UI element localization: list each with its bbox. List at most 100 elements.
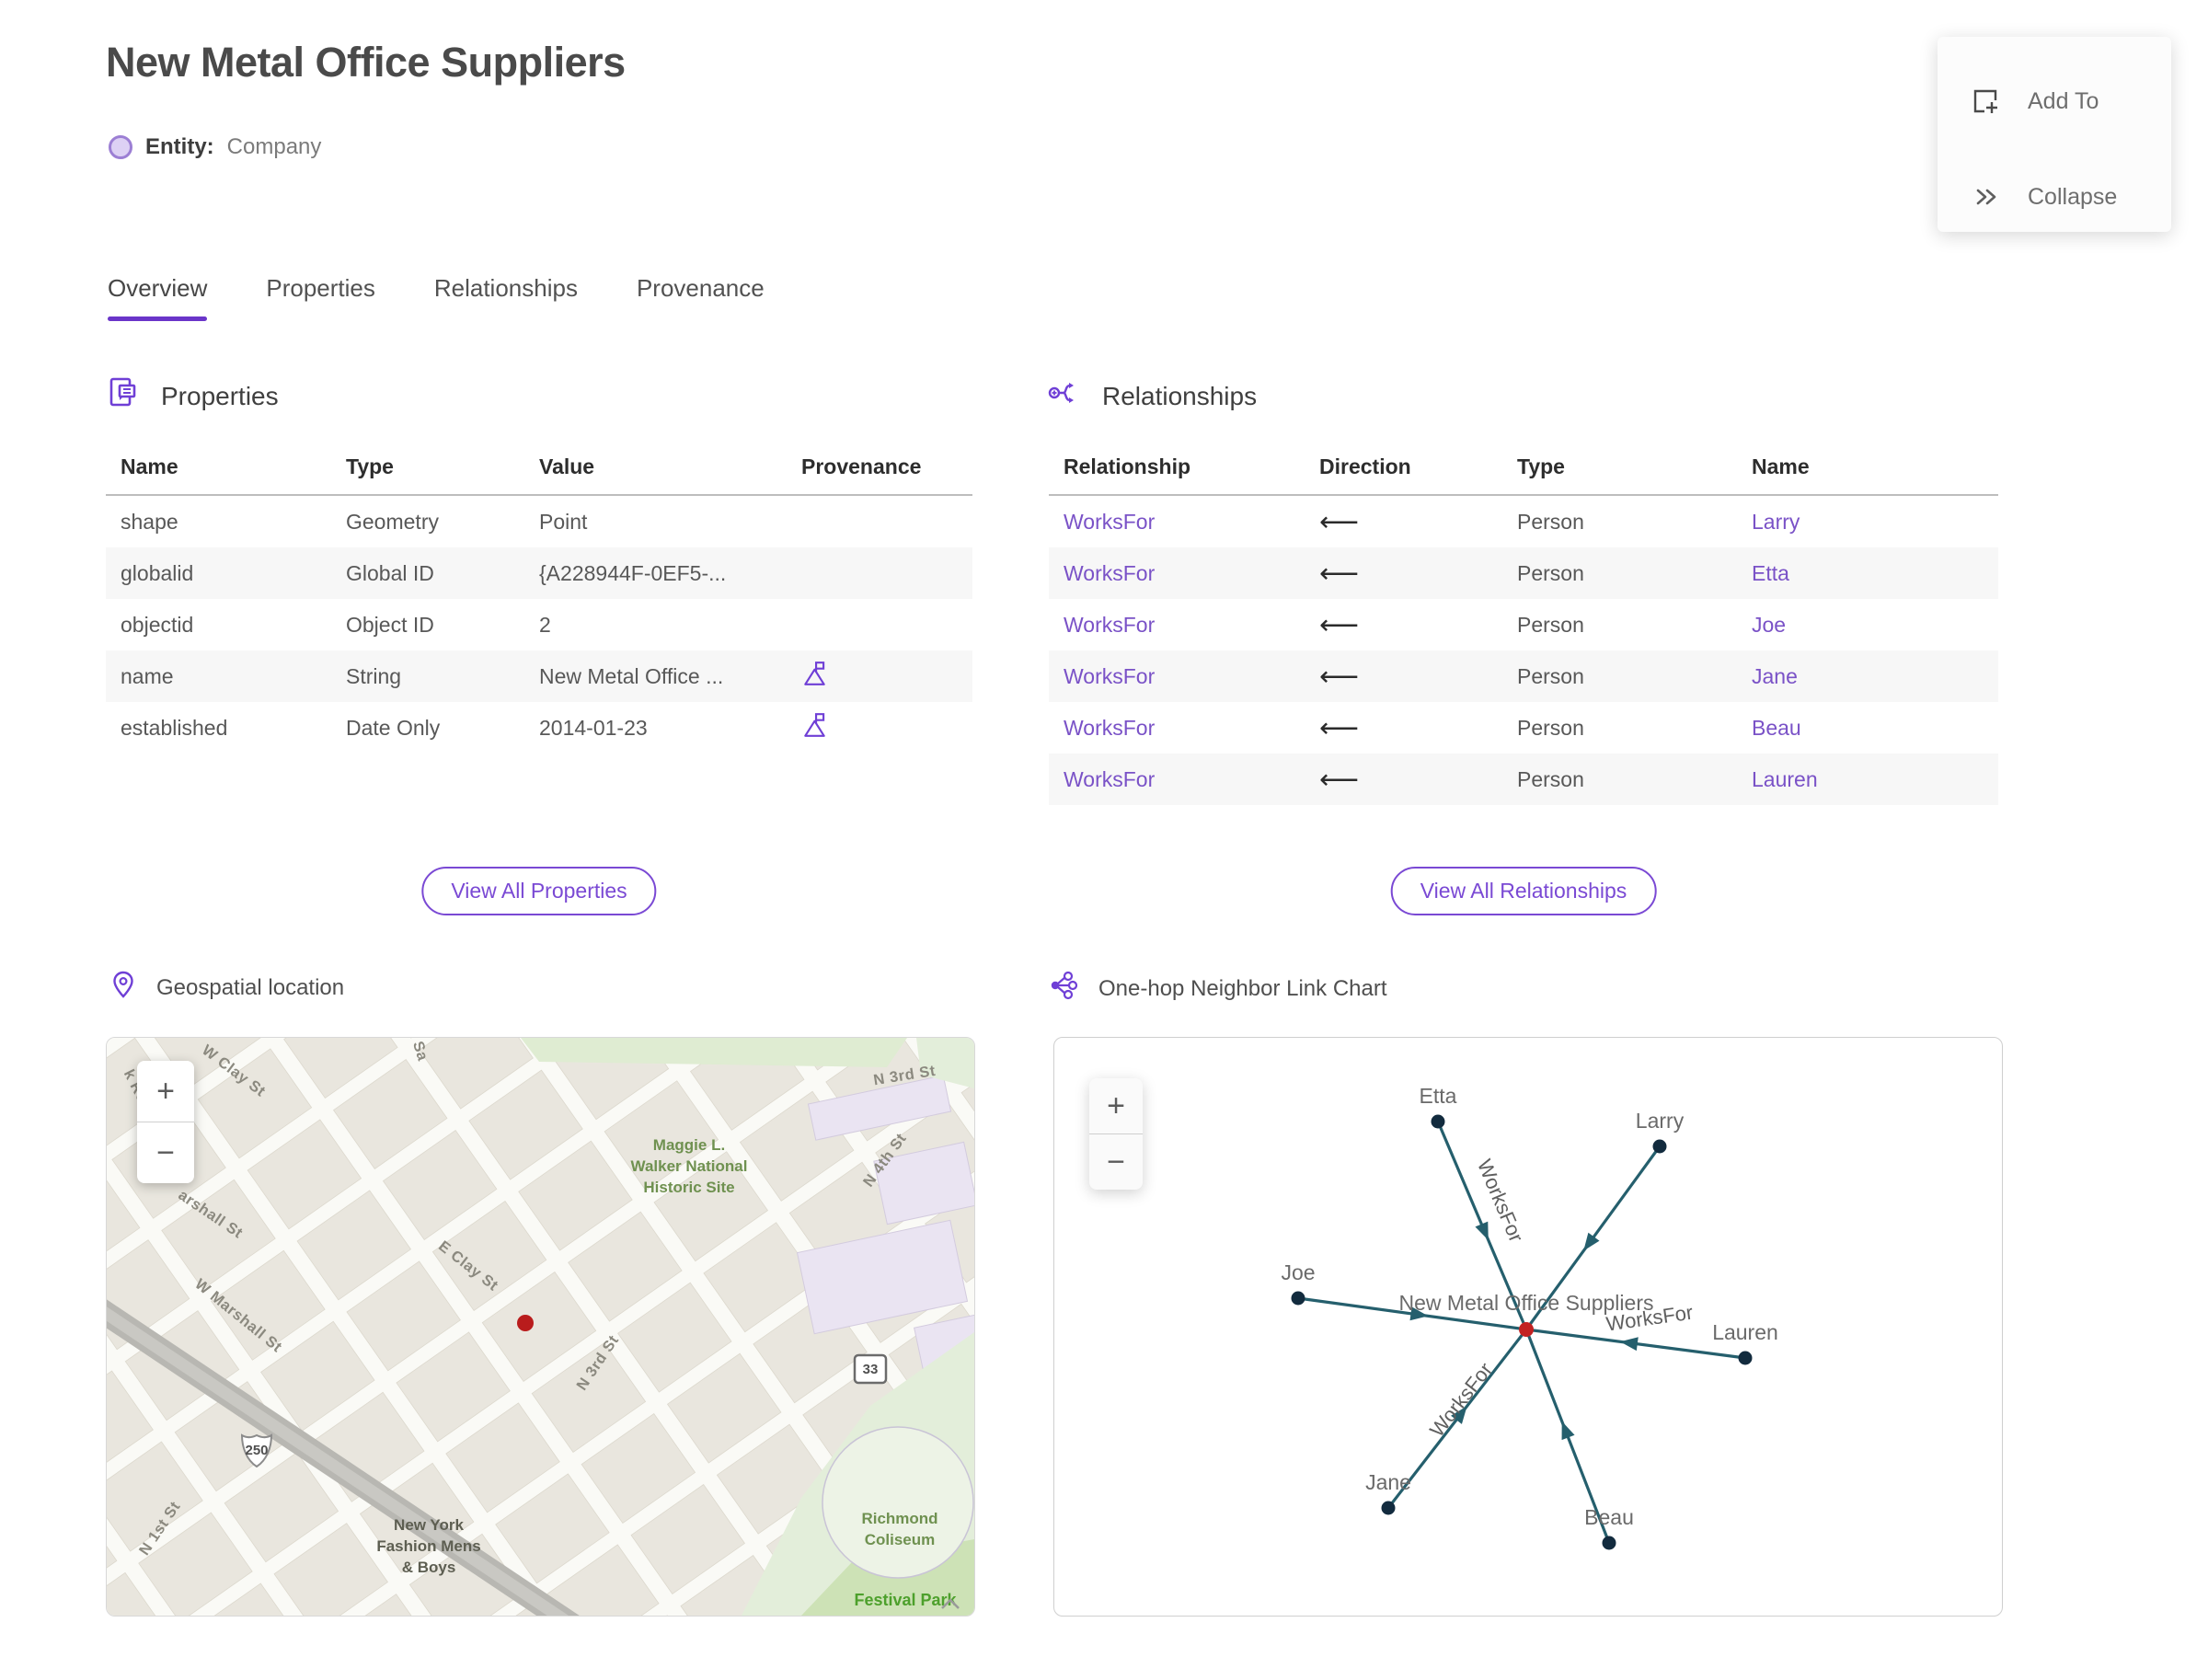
properties-header-type: Type (331, 447, 524, 496)
graph-node-larry[interactable] (1652, 1139, 1667, 1154)
relationship-entity-type-cell: Person (1517, 766, 1584, 791)
graph-edge-label: WorksFor (1425, 1358, 1497, 1441)
graph-edge-arrow-icon (1561, 1421, 1575, 1441)
property-value-cell: 2 (539, 612, 551, 637)
property-name-cell: globalid (121, 560, 194, 585)
geospatial-map[interactable]: + − k Ro W Clay St Sa arshall St W Marshall … (106, 1037, 975, 1617)
tab-bar: Overview Properties Relationships Proven… (108, 274, 765, 321)
relationships-section-title: Relationships (1102, 381, 1258, 410)
map-route-shield: 33 (853, 1353, 888, 1385)
property-row: name String New Metal Office ... (106, 650, 972, 702)
relationship-type-cell: WorksFor (1049, 650, 1305, 702)
property-value-cell: New Metal Office ... (539, 663, 724, 688)
entity-label: Entity: (145, 134, 214, 159)
related-entity-link[interactable]: Lauren (1752, 767, 1818, 791)
related-entity-link[interactable]: Beau (1752, 716, 1801, 740)
graph-node-label: Larry (1636, 1109, 1685, 1133)
provenance-flag-icon[interactable] (801, 660, 829, 687)
graph-center-node[interactable] (1519, 1322, 1534, 1337)
geospatial-section-title: Geospatial location (156, 974, 345, 1000)
view-all-relationships-button[interactable]: View All Relationships (1390, 867, 1657, 915)
map-canvas[interactable]: k Ro W Clay St Saarshall StW Marshall StE … (107, 1038, 974, 1616)
property-type-cell: Date Only (346, 715, 441, 740)
entity-badge: Entity: Company (109, 134, 321, 160)
relationship-link[interactable]: WorksFor (1064, 613, 1155, 637)
chart-zoom-out-button[interactable]: − (1089, 1133, 1143, 1190)
relationship-link[interactable]: WorksFor (1064, 767, 1155, 791)
relationship-direction-cell: ⟵ (1305, 702, 1502, 754)
direction-arrow-icon: ⟵ (1319, 764, 1360, 795)
map-coliseum-outline (822, 1426, 974, 1579)
graph-node-label: Jane (1365, 1470, 1411, 1494)
one-hop-link-chart[interactable]: + − WorksFor WorksFor WorksFor Etta Larry Joe… (1053, 1037, 2003, 1617)
relationships-table-header-row: Relationship Direction Type Name (1049, 447, 1998, 496)
map-pin-icon (109, 970, 138, 1006)
direction-arrow-icon: ⟵ (1319, 661, 1360, 692)
properties-header-name: Name (106, 447, 331, 496)
relationship-name-cell: Etta (1737, 547, 1998, 599)
tab-overview[interactable]: Overview (108, 274, 208, 321)
provenance-flag-icon[interactable] (801, 711, 829, 739)
add-to-button[interactable]: Add To (1969, 85, 2099, 118)
relationship-link[interactable]: WorksFor (1064, 510, 1155, 534)
link-chart-canvas[interactable]: WorksForWorksForWorksForEttaLarryJoeLaur… (1054, 1038, 2002, 1616)
relationship-link[interactable]: WorksFor (1064, 716, 1155, 740)
property-row: objectid Object ID 2 (106, 599, 972, 650)
relationship-type-cell: WorksFor (1049, 754, 1305, 805)
chart-zoom-in-button[interactable]: + (1089, 1078, 1143, 1133)
related-entity-link[interactable]: Jane (1752, 664, 1798, 688)
graph-node-label: Beau (1584, 1505, 1634, 1529)
property-type-cell: Object ID (346, 612, 434, 637)
map-zoom-out-button[interactable]: − (137, 1122, 194, 1183)
view-all-properties-button[interactable]: View All Properties (421, 867, 657, 915)
relationship-direction-cell: ⟵ (1305, 650, 1502, 702)
graph-center-label: New Metal Office Suppliers (1399, 1291, 1654, 1315)
tab-relationships[interactable]: Relationships (434, 274, 578, 321)
map-location-marker[interactable] (517, 1315, 534, 1331)
graph-node-lauren[interactable] (1738, 1351, 1753, 1365)
graph-node-jane[interactable] (1381, 1501, 1396, 1515)
relationship-direction-cell: ⟵ (1305, 599, 1502, 650)
graph-node-joe[interactable] (1291, 1291, 1305, 1306)
related-entity-link[interactable]: Larry (1752, 510, 1800, 534)
link-chart-section-title: One-hop Neighbor Link Chart (1098, 975, 1387, 1001)
properties-icon (106, 375, 141, 417)
add-to-icon (1969, 85, 2002, 118)
direction-arrow-icon: ⟵ (1319, 609, 1360, 640)
related-entity-link[interactable]: Etta (1752, 561, 1789, 585)
tab-provenance[interactable]: Provenance (637, 274, 765, 321)
direction-arrow-icon: ⟵ (1319, 506, 1360, 537)
relationship-type-cell: WorksFor (1049, 547, 1305, 599)
collapse-button[interactable]: Collapse (1969, 180, 2117, 213)
collapse-label: Collapse (2028, 183, 2118, 210)
graph-node-etta[interactable] (1431, 1114, 1445, 1129)
graph-node-beau[interactable] (1602, 1536, 1616, 1550)
relationships-header-name: Name (1737, 447, 1998, 496)
related-entity-link[interactable]: Joe (1752, 613, 1786, 637)
property-provenance-cell (787, 702, 972, 754)
relationship-row: WorksFor ⟵ Person Joe (1049, 599, 1998, 650)
map-poi-label: Festival Park (854, 1591, 957, 1609)
relationships-icon (1047, 375, 1082, 417)
relationship-link[interactable]: WorksFor (1064, 664, 1155, 688)
entity-type-value: Company (226, 134, 322, 159)
relationships-section-header: Relationships (1047, 375, 1257, 417)
link-chart-icon (1049, 970, 1080, 1007)
property-provenance-cell (787, 495, 972, 547)
relationship-row: WorksFor ⟵ Person Beau (1049, 702, 1998, 754)
link-chart-section-header: One-hop Neighbor Link Chart (1049, 970, 1387, 1007)
direction-arrow-icon: ⟵ (1319, 558, 1360, 589)
property-provenance-cell (787, 650, 972, 702)
property-name-cell: shape (121, 509, 178, 534)
tab-properties[interactable]: Properties (266, 274, 375, 321)
properties-table-header-row: Name Type Value Provenance (106, 447, 972, 496)
relationship-name-cell: Larry (1737, 495, 1998, 547)
relationship-link[interactable]: WorksFor (1064, 561, 1155, 585)
relationship-type-cell: WorksFor (1049, 702, 1305, 754)
relationship-entity-type-cell: Person (1517, 663, 1584, 688)
chart-zoom-control: + − (1089, 1078, 1143, 1190)
relationship-row: WorksFor ⟵ Person Jane (1049, 650, 1998, 702)
property-row: shape Geometry Point (106, 495, 972, 547)
map-zoom-in-button[interactable]: + (137, 1061, 194, 1122)
svg-text:33: 33 (863, 1362, 879, 1377)
